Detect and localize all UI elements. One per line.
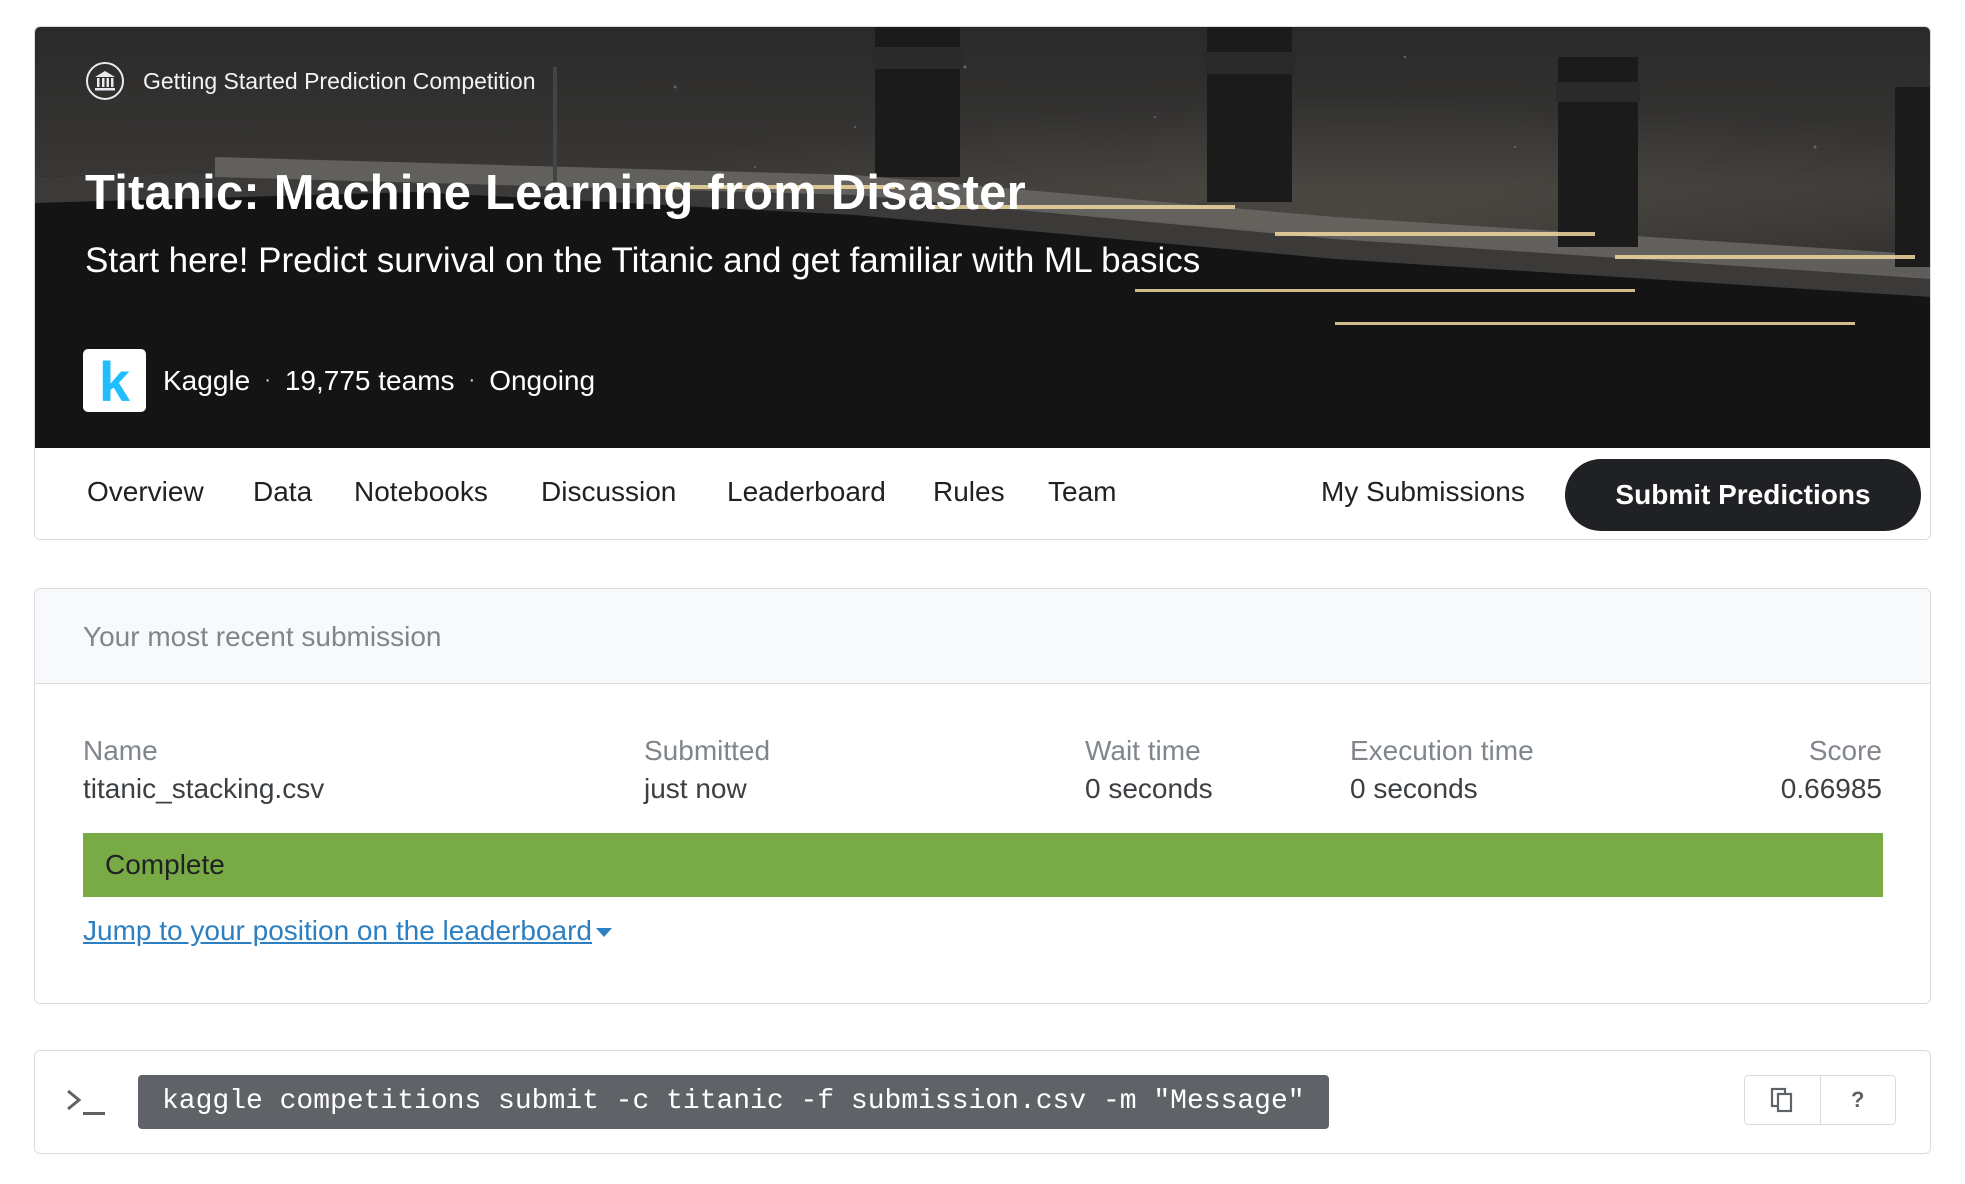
separator-dot: · [264,369,271,391]
submission-card-title: Your most recent submission [83,621,442,652]
team-count: 19,775 teams [284,364,455,396]
submission-wait-column: Wait time 0 seconds [1085,735,1213,805]
caret-down-icon [596,928,612,938]
competition-meta: k Kaggle · 19,775 teams · Ongoing [83,349,595,412]
submission-score-column: Score 0.66985 [1781,735,1882,805]
submission-execution-column: Execution time 0 seconds [1350,735,1534,805]
competition-nav: Overview Data Notebooks Discussion Leade… [35,448,1930,539]
submission-submitted-column: Submitted just now [644,735,770,805]
submission-card-header: Your most recent submission [35,589,1930,684]
institution-icon [86,62,124,100]
recent-submission-card: Your most recent submission Name titanic… [34,588,1931,1004]
jump-link-label: Jump to your position on the leaderboard [83,915,592,946]
competition-type: Getting Started Prediction Competition [85,61,535,101]
cli-command-card: kaggle competitions submit -c titanic -f… [34,1050,1931,1154]
tab-overview[interactable]: Overview [87,476,204,508]
jump-to-leaderboard-link[interactable]: Jump to your position on the leaderboard [83,915,612,947]
tab-team[interactable]: Team [1048,476,1116,508]
submitted-label: Submitted [644,735,771,766]
submit-predictions-button[interactable]: Submit Predictions [1565,459,1921,531]
tab-leaderboard[interactable]: Leaderboard [727,476,886,508]
wait-time-value: 0 seconds [1085,773,1213,804]
kaggle-logo[interactable]: k [83,349,146,412]
competition-subtitle: Start here! Predict survival on the Tita… [85,241,1201,280]
tab-notebooks[interactable]: Notebooks [354,476,488,508]
competition-hero-banner: Getting Started Prediction Competition T… [35,27,1930,448]
submitted-value: just now [644,773,747,804]
score-label: Score [1808,735,1882,766]
help-icon: ? [1851,1087,1865,1112]
help-button[interactable]: ? [1821,1076,1896,1124]
submission-name-column: Name titanic_stacking.csv [83,735,324,805]
execution-time-value: 0 seconds [1350,773,1478,804]
tab-rules[interactable]: Rules [933,476,1005,508]
score-value: 0.66985 [1780,773,1882,804]
kaggle-logo-letter: k [98,349,131,413]
submission-filename: titanic_stacking.csv [83,773,325,804]
tab-discussion[interactable]: Discussion [541,476,676,508]
name-label: Name [83,735,158,766]
cli-command-text[interactable]: kaggle competitions submit -c titanic -f… [138,1075,1329,1129]
competition-type-label: Getting Started Prediction Competition [143,67,536,94]
terminal-prompt-icon [67,1089,105,1115]
copy-button[interactable] [1745,1076,1821,1124]
competition-status: Ongoing [489,364,596,396]
execution-time-label: Execution time [1350,735,1534,766]
copy-icon [1771,1087,1793,1113]
separator-dot: · [468,369,476,391]
host-name[interactable]: Kaggle [163,365,250,397]
submission-status-bar: Complete [83,833,1883,897]
cli-actions: ? [1744,1075,1896,1125]
wait-time-label: Wait time [1085,735,1201,766]
my-submissions-link[interactable]: My Submissions [1321,476,1525,508]
competition-header-card: Getting Started Prediction Competition T… [34,26,1931,540]
competition-title: Titanic: Machine Learning from Disaster [85,166,1026,220]
tab-data[interactable]: Data [253,476,312,508]
